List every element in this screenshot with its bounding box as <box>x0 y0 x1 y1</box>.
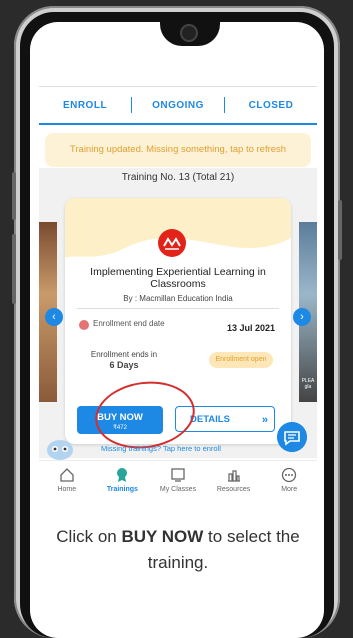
next-card-text: PLEA gla <box>301 378 315 390</box>
instruction-caption: Click on BUY NOW to select the training. <box>30 524 326 576</box>
nav-my-classes[interactable]: My Classes <box>152 461 204 506</box>
countdown-days: 6 Days <box>109 360 139 370</box>
tab-ongoing[interactable]: ONGOING <box>132 100 224 111</box>
carousel-prev-arrow[interactable]: ‹ <box>45 308 63 326</box>
classes-icon <box>171 468 185 482</box>
card-divider <box>77 308 279 309</box>
carousel-next-arrow[interactable]: › <box>293 308 311 326</box>
tab-bar: ENROLL ONGOING CLOSED <box>39 86 317 125</box>
nav-label: Home <box>57 486 77 493</box>
enrollment-countdown: Enrollment ends in 6 Days <box>79 350 169 370</box>
camera-icon <box>182 26 196 40</box>
resources-icon <box>227 470 240 482</box>
nav-label: Trainings <box>106 486 138 493</box>
caption-text: Click on <box>56 527 122 546</box>
calendar-icon <box>79 320 89 330</box>
bottom-nav: Home Trainings My Classes Resources More <box>39 460 317 506</box>
countdown-label: Enrollment ends in <box>90 350 158 359</box>
caption-emphasis: BUY NOW <box>121 527 204 546</box>
nav-trainings[interactable]: Trainings <box>96 461 148 506</box>
enrollment-end-label: Enrollment end date <box>93 319 165 328</box>
notch <box>160 22 220 46</box>
macmillan-logo <box>158 229 186 257</box>
nav-resources[interactable]: Resources <box>208 461 260 506</box>
nav-home[interactable]: Home <box>41 461 93 506</box>
more-icon <box>282 467 297 483</box>
enrollment-end-date: 13 Jul 2021 <box>226 323 275 333</box>
nav-more[interactable]: More <box>263 461 315 506</box>
status-badge: Enrollment open <box>209 352 273 368</box>
chat-icon[interactable] <box>277 422 307 452</box>
training-title: Implementing Experiential Learning in Cl… <box>90 266 266 290</box>
nav-label: More <box>281 486 298 493</box>
refresh-banner[interactable]: Training updated. Missing something, tap… <box>45 133 311 167</box>
app-screen: ENROLL ONGOING CLOSED Training updated. … <box>39 86 317 506</box>
home-icon <box>60 468 74 482</box>
nav-label: Resources <box>216 486 251 493</box>
power-button <box>12 234 16 304</box>
side-button-right <box>338 200 342 260</box>
training-provider: By : Macmillan Education India <box>123 294 233 303</box>
chevron-right-icon: » <box>261 414 268 426</box>
training-counter: Training No. 13 (Total 21) <box>121 172 235 183</box>
volume-button <box>12 172 16 220</box>
trainings-icon <box>117 468 128 482</box>
missing-trainings-link[interactable]: Missing trainings? Tap here to enroll <box>101 444 221 453</box>
tab-closed[interactable]: CLOSED <box>225 100 317 111</box>
assistant-bot-icon[interactable] <box>45 436 75 462</box>
details-label: DETAILS <box>190 414 230 425</box>
nav-label: My Classes <box>159 486 197 493</box>
tab-enroll[interactable]: ENROLL <box>39 100 131 111</box>
